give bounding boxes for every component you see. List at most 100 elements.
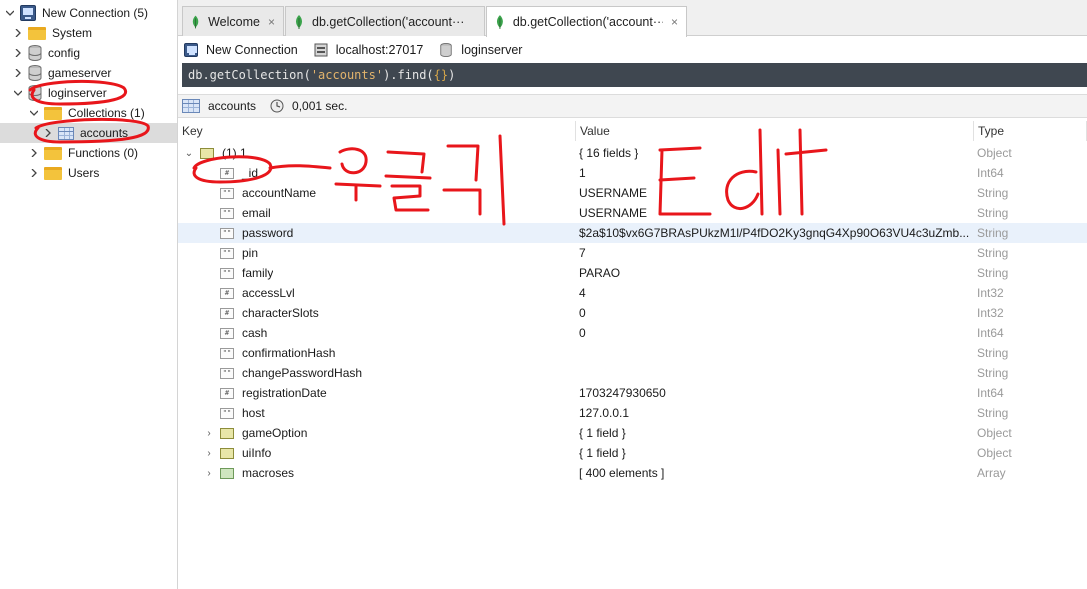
chevron-right-icon[interactable]	[12, 47, 24, 59]
query-editor[interactable]: db.getCollection('accounts').find({})	[182, 63, 1087, 87]
table-row[interactable]: "" email USERNAME String	[178, 203, 1087, 223]
chevron-down-icon[interactable]	[4, 7, 16, 19]
folder-icon	[44, 106, 62, 120]
chevron-down-icon[interactable]	[28, 107, 40, 119]
result-collection: accounts	[208, 99, 257, 113]
type-cell: Int32	[977, 286, 1004, 300]
type-cell: String	[977, 266, 1009, 280]
table-row[interactable]: "" host 127.0.0.1 String	[178, 403, 1087, 423]
chevron-right-icon[interactable]: ›	[204, 448, 214, 459]
database-icon	[28, 65, 42, 81]
type-cell: Object	[977, 426, 1012, 440]
type-cell: Int32	[977, 306, 1004, 320]
type-cell: String	[977, 226, 1009, 240]
value-cell: USERNAME	[579, 186, 648, 200]
tab-query-1[interactable]: db.getCollection('account···	[285, 6, 485, 36]
tree-item-gameserver[interactable]: gameserver	[12, 63, 111, 83]
tab-welcome[interactable]: Welcome ×	[182, 6, 284, 36]
tree-item-functions[interactable]: Functions (0)	[28, 143, 138, 163]
key-cell: › macroses	[204, 463, 294, 483]
query-collection: 'accounts'	[310, 68, 384, 82]
chevron-right-icon[interactable]	[42, 127, 54, 139]
tree-item-collections[interactable]: Collections (1)	[28, 103, 145, 123]
table-row[interactable]: # accessLvl 4 Int32	[178, 283, 1087, 303]
chevron-down-icon[interactable]	[12, 87, 24, 99]
key-label: _id	[242, 166, 259, 180]
column-header-value[interactable]: Value	[576, 121, 974, 141]
number-field-icon: #	[220, 327, 234, 339]
table-row[interactable]: › macroses [ 400 elements ] Array	[178, 463, 1087, 483]
table-row[interactable]: "" confirmationHash String	[178, 343, 1087, 363]
table-row[interactable]: # characterSlots 0 Int32	[178, 303, 1087, 323]
table-row[interactable]: "" family PARAO String	[178, 263, 1087, 283]
value-cell: { 1 field }	[579, 446, 626, 460]
type-cell: String	[977, 346, 1009, 360]
close-icon[interactable]: ×	[671, 15, 678, 29]
key-label: confirmationHash	[242, 346, 336, 360]
connection-bar: New Connection localhost:27017 loginserv…	[178, 37, 1087, 63]
tab-query-2[interactable]: db.getCollection('account··· ×	[486, 6, 687, 37]
key-cell: "" password	[204, 223, 293, 243]
table-row[interactable]: ⌄ (1) 1 { 16 fields } Object	[178, 143, 1087, 163]
table-row[interactable]: "" accountName USERNAME String	[178, 183, 1087, 203]
key-cell: › uiInfo	[204, 443, 271, 463]
type-cell: String	[977, 406, 1009, 420]
value-cell: 127.0.0.1	[579, 406, 630, 420]
tree-item-new-connection[interactable]: New Connection (5)	[4, 3, 148, 23]
connection-database[interactable]: loginserver	[439, 43, 522, 57]
tree-item-label: config	[48, 46, 81, 60]
table-row[interactable]: # _id 1 Int64	[178, 163, 1087, 183]
tree-item-config[interactable]: config	[12, 43, 80, 63]
tree-item-accounts[interactable]: accounts	[0, 123, 177, 143]
table-row[interactable]: "" pin 7 String	[178, 243, 1087, 263]
tree-item-label: accounts	[80, 126, 129, 140]
value-cell: [ 400 elements ]	[579, 466, 665, 480]
chevron-right-icon[interactable]	[12, 67, 24, 79]
value-cell: 4	[579, 286, 586, 300]
key-label: gameOption	[242, 426, 308, 440]
tree-item-system[interactable]: System	[12, 23, 92, 43]
connection-name[interactable]: New Connection	[184, 43, 298, 57]
chevron-right-icon[interactable]: ›	[204, 428, 214, 439]
key-label: (1) 1	[222, 146, 247, 160]
key-cell: "" pin	[204, 243, 258, 263]
result-info-bar: accounts 0,001 sec.	[178, 94, 1087, 118]
clock-icon	[270, 99, 284, 113]
table-row[interactable]: › uiInfo { 1 field } Object	[178, 443, 1087, 463]
string-field-icon: ""	[220, 407, 234, 419]
key-cell: "" family	[204, 263, 273, 283]
column-header-type[interactable]: Type	[974, 121, 1087, 141]
string-field-icon: ""	[220, 247, 234, 259]
table-row[interactable]: "" changePasswordHash String	[178, 363, 1087, 383]
server-icon	[20, 5, 36, 21]
connection-host[interactable]: localhost:27017	[314, 43, 423, 57]
column-header-key[interactable]: Key	[178, 121, 576, 141]
table-row[interactable]: › gameOption { 1 field } Object	[178, 423, 1087, 443]
value-cell: USERNAME	[579, 206, 648, 220]
table-row[interactable]: # registrationDate 1703247930650 Int64	[178, 383, 1087, 403]
mongodb-leaf-icon	[192, 15, 199, 28]
chevron-right-icon[interactable]	[28, 167, 40, 179]
key-label: email	[242, 206, 271, 220]
key-cell: "" accountName	[204, 183, 316, 203]
tree-item-users[interactable]: Users	[28, 163, 99, 183]
collection-table-icon	[58, 126, 74, 140]
query-end: )	[448, 68, 456, 82]
chevron-down-icon[interactable]: ⌄	[184, 148, 194, 159]
host-icon	[314, 43, 328, 57]
table-row[interactable]: "" password $2a$10$vx6G7BRAsPUkzM1l/P4fDO2…	[178, 223, 1087, 243]
results-grid: Key Value Type ⌄ (1) 1 { 16 fields } Obj…	[178, 121, 1087, 589]
close-icon[interactable]: ×	[268, 15, 275, 29]
key-cell: ⌄ (1) 1	[184, 143, 247, 163]
tree-item-label: New Connection (5)	[42, 6, 149, 20]
key-label: password	[242, 226, 294, 240]
chevron-right-icon[interactable]: ›	[204, 468, 214, 479]
database-icon	[440, 43, 452, 57]
chevron-right-icon[interactable]	[28, 147, 40, 159]
key-label: accessLvl	[242, 286, 295, 300]
table-row[interactable]: # cash 0 Int64	[178, 323, 1087, 343]
tree-item-loginserver[interactable]: loginserver	[12, 83, 107, 103]
mongodb-leaf-icon	[496, 15, 503, 29]
chevron-right-icon[interactable]	[12, 27, 24, 39]
number-field-icon: #	[220, 307, 234, 319]
